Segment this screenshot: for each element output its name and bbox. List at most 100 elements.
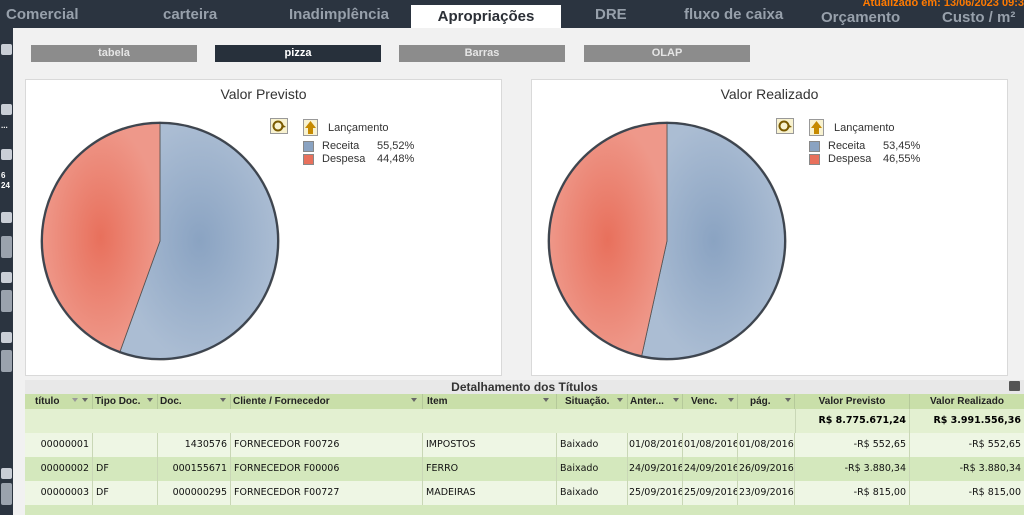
dropdown-icon[interactable]: [543, 398, 549, 402]
dropdown-icon[interactable]: [411, 398, 417, 402]
cell-realizado: -R$ 552,65: [968, 439, 1021, 450]
tab-dre[interactable]: DRE: [595, 6, 627, 23]
tab-inadimplencia[interactable]: Inadimplência: [289, 6, 389, 23]
tab-custo-m2[interactable]: Custo / m²: [942, 9, 1015, 26]
cell-item: FERRO: [423, 457, 557, 481]
left-label: 24: [1, 181, 10, 190]
total-previsto: R$ 8.775.671,24: [795, 409, 910, 433]
col-situacao[interactable]: Situação.: [557, 394, 628, 409]
left-label: 6: [1, 171, 6, 180]
total-realizado: R$ 3.991.556,36: [933, 415, 1021, 426]
pin-icon[interactable]: [1, 272, 12, 283]
subtab-pizza[interactable]: pizza: [215, 45, 381, 62]
tab-carteira[interactable]: carteira: [163, 6, 217, 23]
cell-anter: 25/09/2016: [628, 481, 683, 505]
cell-pag: 01/08/2016: [738, 433, 795, 457]
chart-title: Valor Realizado: [720, 86, 819, 102]
dropdown-icon[interactable]: [147, 398, 153, 402]
subtab-tabela[interactable]: tabela: [31, 45, 197, 62]
cell-realizado: -R$ 3.880,34: [959, 463, 1021, 474]
dropdown-icon[interactable]: [673, 398, 679, 402]
legend-swatch-despesa: [809, 154, 820, 165]
pie-chart-previsto: [40, 121, 280, 361]
legend-label: Despesa: [322, 153, 366, 165]
subtab-barras[interactable]: Barras: [399, 45, 565, 62]
scroll-icon[interactable]: [1, 350, 12, 372]
col-item[interactable]: Item: [423, 394, 557, 409]
chart-panel-realizado: Valor Realizado Lançamento Receita 53,45…: [531, 79, 1008, 376]
col-venc[interactable]: Venc.: [683, 394, 738, 409]
top-nav: Comercial carteira Inadimplência Apropri…: [0, 0, 1024, 28]
dropdown-icon[interactable]: [617, 398, 623, 402]
print-icon[interactable]: [1009, 381, 1020, 391]
left-toolbar: ... 6 24: [0, 28, 13, 515]
table-row[interactable]: 00000002 DF 000155671 FORNECEDOR F00006 …: [25, 457, 1024, 481]
pie-slice-despesa[interactable]: [547, 121, 668, 358]
subtab-olap[interactable]: OLAP: [584, 45, 750, 62]
scroll-icon[interactable]: [1, 236, 12, 258]
legend-value: 55,52%: [377, 140, 415, 152]
dropdown-icon[interactable]: [220, 398, 226, 402]
cell-situacao: Baixado: [557, 433, 628, 457]
table-row-partial: [25, 505, 1024, 515]
left-label: ...: [1, 121, 8, 130]
tab-apropriacoes[interactable]: Apropriações: [411, 5, 561, 28]
cell-previsto: -R$ 3.880,34: [795, 457, 910, 481]
tab-orcamento[interactable]: Orçamento: [821, 9, 900, 26]
pin-icon[interactable]: [1, 44, 12, 55]
legend-label: Receita: [322, 140, 360, 152]
cell-pag: 26/09/2016: [738, 457, 795, 481]
updated-timestamp: Atualizado em: 13/06/2023 09:3: [862, 0, 1024, 9]
dropdown-icon[interactable]: [785, 398, 791, 402]
cycle-icon[interactable]: [776, 118, 794, 134]
table-header: título Tipo Doc. Doc. Cliente / Forneced…: [25, 394, 1024, 409]
col-valor-realizado[interactable]: Valor Realizado: [910, 394, 1024, 409]
col-cliente-fornecedor[interactable]: Cliente / Fornecedor: [231, 394, 423, 409]
cell-tipo: DF: [93, 481, 158, 505]
scroll-icon[interactable]: [1, 483, 12, 505]
col-valor-previsto[interactable]: Valor Previsto: [795, 394, 910, 409]
table-row[interactable]: 00000001 1430576 FORNECEDOR F00726 IMPOS…: [25, 433, 1024, 457]
cell-realizado: -R$ 815,00: [968, 487, 1021, 498]
cell-titulo: 00000003: [25, 481, 93, 505]
drill-up-icon[interactable]: [303, 119, 318, 136]
col-tipo-doc[interactable]: Tipo Doc.: [93, 394, 158, 409]
table-title: Detalhamento dos Títulos: [25, 380, 1024, 394]
pin-icon[interactable]: [1, 212, 12, 223]
cycle-icon[interactable]: [270, 118, 288, 134]
legend-swatch-despesa: [303, 154, 314, 165]
cell-item: MADEIRAS: [423, 481, 557, 505]
legend-swatch-receita: [303, 141, 314, 152]
cell-anter: 01/08/2016: [628, 433, 683, 457]
cell-tipo: [93, 433, 158, 457]
col-titulo[interactable]: título: [25, 394, 93, 409]
pin-icon[interactable]: [1, 468, 12, 479]
scroll-icon[interactable]: [1, 290, 12, 312]
dropdown-icon[interactable]: [728, 398, 734, 402]
pin-icon[interactable]: [1, 104, 12, 115]
legend-value: 46,55%: [883, 153, 921, 165]
dropdown-icon[interactable]: [82, 398, 88, 402]
chart-title: Valor Previsto: [220, 86, 307, 102]
pin-icon[interactable]: [1, 332, 12, 343]
col-anter[interactable]: Anter...: [628, 394, 683, 409]
pin-icon[interactable]: [1, 149, 12, 160]
drill-up-icon[interactable]: [809, 119, 824, 136]
cell-item: IMPOSTOS: [423, 433, 557, 457]
cell-venc: 24/09/2016: [683, 457, 738, 481]
cell-anter: 24/09/2016: [628, 457, 683, 481]
col-doc[interactable]: Doc.: [158, 394, 231, 409]
legend-title: Lançamento: [328, 122, 389, 134]
tab-fluxo-de-caixa[interactable]: fluxo de caixa: [684, 6, 783, 23]
table-row[interactable]: 00000003 DF 000000295 FORNECEDOR F00727 …: [25, 481, 1024, 505]
sort-icon[interactable]: [72, 398, 78, 402]
cell-pag: 23/09/2016: [738, 481, 795, 505]
cell-previsto: -R$ 815,00: [795, 481, 910, 505]
legend-title: Lançamento: [834, 122, 895, 134]
tab-comercial[interactable]: Comercial: [6, 6, 79, 23]
cell-situacao: Baixado: [557, 457, 628, 481]
cell-titulo: 00000001: [25, 433, 93, 457]
legend-label: Despesa: [828, 153, 872, 165]
cell-doc: 1430576: [158, 433, 231, 457]
col-pag[interactable]: pág.: [738, 394, 795, 409]
